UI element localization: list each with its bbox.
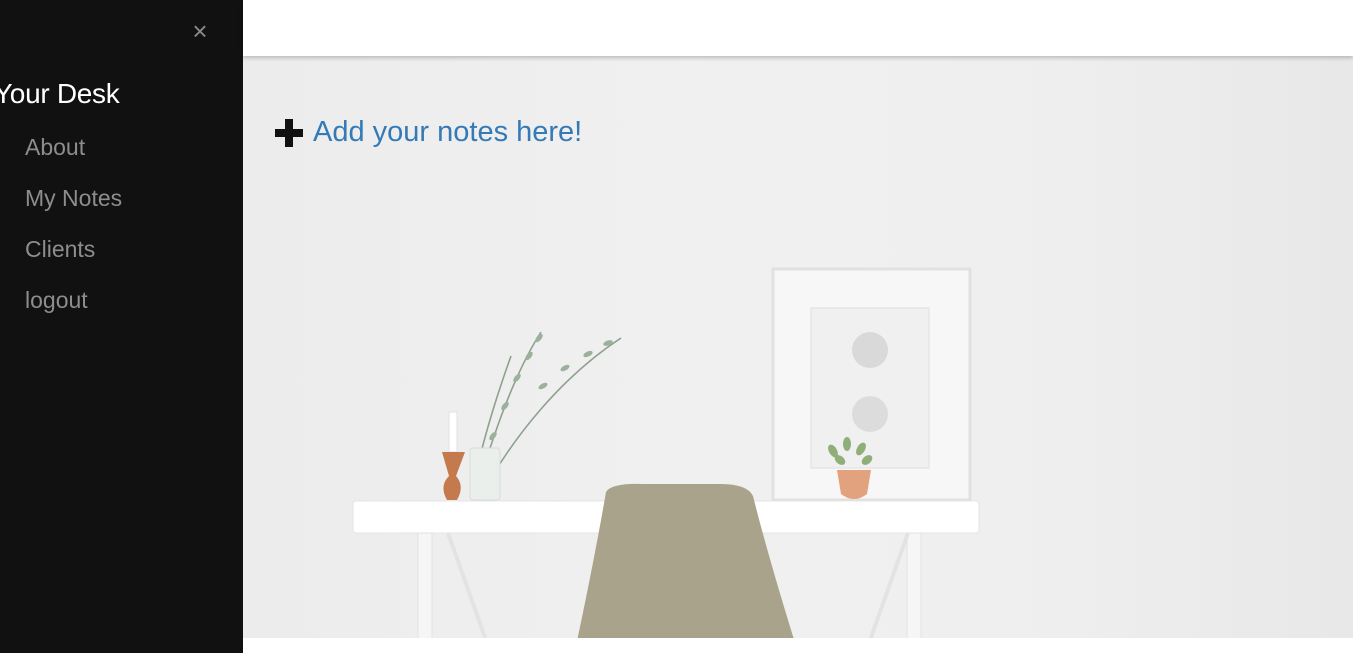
sidebar-item-about[interactable]: About — [25, 131, 122, 182]
brand-title: Your Desk — [0, 78, 120, 109]
sidebar-item-my-notes[interactable]: My Notes — [25, 182, 122, 233]
top-bar — [243, 0, 1353, 56]
add-note-button[interactable]: Add your notes here! — [275, 116, 582, 149]
sidenav: × Your Desk About My Notes Clients logou… — [0, 0, 243, 653]
plus-icon — [275, 118, 303, 147]
sidebar-item-logout[interactable]: logout — [25, 284, 122, 335]
sidebar-item-clients[interactable]: Clients — [25, 233, 122, 284]
close-icon[interactable]: × — [189, 18, 211, 44]
sidebar-nav: About My Notes Clients logout — [25, 131, 122, 335]
add-note-label: Add your notes here! — [313, 116, 583, 148]
